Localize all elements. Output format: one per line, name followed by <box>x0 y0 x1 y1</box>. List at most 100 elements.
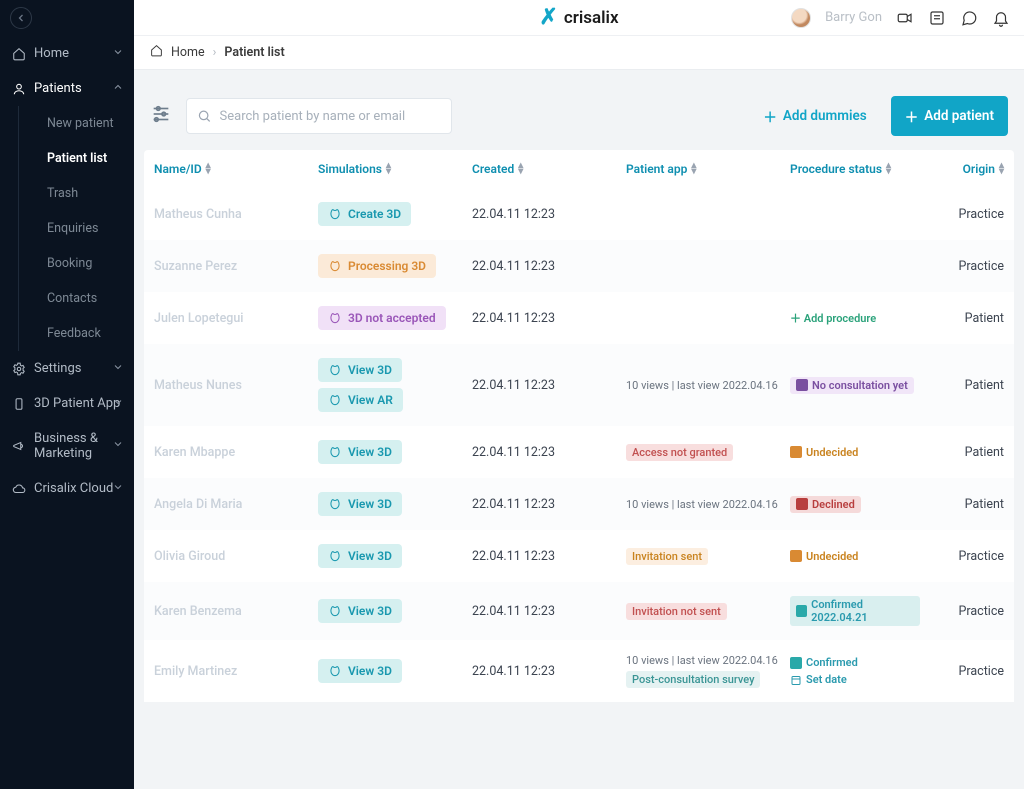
table-row[interactable]: Emily MartinezView 3D22.04.11 12:2310 vi… <box>144 640 1014 702</box>
video-icon[interactable] <box>896 9 914 27</box>
col-origin[interactable]: Origin▴▾ <box>924 162 1004 176</box>
nav-3d-app-label: 3D Patient App <box>34 396 120 411</box>
sort-icon: ▴▾ <box>999 163 1004 175</box>
app-cell: Access not granted <box>626 444 786 461</box>
user-icon <box>12 82 26 96</box>
sim-cell: View 3D <box>318 659 468 683</box>
nav-patients-label: Patients <box>34 81 82 96</box>
sim-cell: View 3D <box>318 544 468 568</box>
add-dummies-button[interactable]: ＋ Add dummies <box>753 98 876 134</box>
patient-name[interactable]: Matheus Cunha <box>154 207 314 222</box>
patient-name[interactable]: Matheus Nunes <box>154 378 314 393</box>
patient-name[interactable]: Karen Benzema <box>154 604 314 619</box>
table-row[interactable]: Suzanne Perez Processing 3D 22.04.11 12:23… <box>144 240 1014 292</box>
sub-new-patient[interactable]: New patient <box>41 106 134 141</box>
search-input[interactable] <box>220 109 441 124</box>
chevron-down-icon <box>112 396 124 412</box>
sub-booking[interactable]: Booking <box>41 246 134 281</box>
sim-pill[interactable]: View AR <box>318 388 403 412</box>
sub-trash[interactable]: Trash <box>41 176 134 211</box>
back-button[interactable] <box>10 7 32 29</box>
patient-name[interactable]: Olivia Giroud <box>154 549 314 564</box>
sim-pill[interactable]: 3D not accepted <box>318 306 446 330</box>
status-cell: Undecided <box>790 446 920 459</box>
created-cell: 22.04.11 12:23 <box>472 445 622 460</box>
created-cell: 22.04.11 12:23 <box>472 259 622 274</box>
col-simulations[interactable]: Simulations▴▾ <box>318 162 468 176</box>
chip: Invitation sent <box>626 548 708 565</box>
toolbar: ＋ Add dummies ＋ Add patient <box>134 70 1024 150</box>
add-patient-label: Add patient <box>924 108 994 124</box>
sim-pill[interactable]: View 3D <box>318 599 402 623</box>
breadcrumb: Home › Patient list <box>134 36 1024 70</box>
status-cell: Undecided <box>790 550 920 563</box>
bell-icon[interactable] <box>992 9 1010 27</box>
views-text: 10 views | last view 2022.04.16 <box>626 654 778 667</box>
sim-pill[interactable]: View 3D <box>318 358 402 382</box>
origin-cell: Practice <box>924 664 1004 679</box>
chevron-up-icon <box>112 81 124 97</box>
patient-name[interactable]: Angela Di Maria <box>154 497 314 512</box>
sim-pill[interactable]: Processing 3D <box>318 254 436 278</box>
status: Undecided <box>790 550 858 563</box>
col-created[interactable]: Created▴▾ <box>472 162 622 176</box>
nav-settings[interactable]: Settings <box>0 351 134 386</box>
table-row[interactable]: Matheus CunhaCreate 3D22.04.11 12:23Prac… <box>144 188 1014 240</box>
col-patient-app[interactable]: Patient app▴▾ <box>626 162 786 176</box>
phone-icon <box>12 397 26 411</box>
patient-table: Name/ID▴▾ Simulations▴▾ Created▴▾ Patien… <box>144 150 1014 702</box>
table-row[interactable]: Julen Lopetegui 3D not accepted 22.04.11 1… <box>144 292 1014 344</box>
col-procedure-status[interactable]: Procedure status▴▾ <box>790 162 920 176</box>
news-icon[interactable] <box>928 9 946 27</box>
gear-icon <box>12 362 26 376</box>
sub-contacts[interactable]: Contacts <box>41 281 134 316</box>
sub-feedback[interactable]: Feedback <box>41 316 134 351</box>
user-name[interactable]: Barry Gon <box>825 10 882 25</box>
sim-pill[interactable]: View 3D <box>318 544 402 568</box>
set-date-link[interactable]: Set date <box>790 673 847 686</box>
chat-icon[interactable] <box>960 9 978 27</box>
table-row[interactable]: Angela Di MariaView 3D22.04.11 12:2310 v… <box>144 478 1014 530</box>
sub-patient-list[interactable]: Patient list <box>41 141 134 176</box>
app-cell: Invitation sent <box>626 548 786 565</box>
home-icon <box>12 47 26 61</box>
col-name[interactable]: Name/ID▴▾ <box>154 162 314 176</box>
sim-cell: View 3D <box>318 440 468 464</box>
chip: Post-consultation survey <box>626 671 760 688</box>
sim-pill[interactable]: View 3D <box>318 659 402 683</box>
table-row[interactable]: Karen BenzemaView 3D22.04.11 12:23Invita… <box>144 582 1014 640</box>
nav-cloud[interactable]: Crisalix Cloud <box>0 471 134 506</box>
patient-name[interactable]: Suzanne Perez <box>154 259 314 274</box>
sim-cell: View 3D <box>318 599 468 623</box>
created-cell: 22.04.11 12:23 <box>472 497 622 512</box>
sort-icon: ▴▾ <box>886 163 891 175</box>
origin-cell: Patient <box>924 445 1004 460</box>
status-cell: Confirmed 2022.04.21 <box>790 596 920 626</box>
breadcrumb-home[interactable]: Home <box>171 45 205 60</box>
sub-enquiries[interactable]: Enquiries <box>41 211 134 246</box>
nav-business[interactable]: Business & Marketing <box>0 421 134 471</box>
add-patient-button[interactable]: ＋ Add patient <box>891 96 1008 136</box>
patient-name[interactable]: Emily Martinez <box>154 664 314 679</box>
sort-icon: ▴▾ <box>518 163 523 175</box>
add-procedure-link[interactable]: ＋ Add procedure <box>790 310 876 326</box>
nav-3d-app[interactable]: 3D Patient App <box>0 386 134 421</box>
nav-patients[interactable]: Patients <box>0 71 134 106</box>
sim-pill[interactable]: View 3D <box>318 492 402 516</box>
filter-button[interactable] <box>150 103 172 129</box>
search-box[interactable] <box>186 98 452 134</box>
sim-cell: Processing 3D <box>318 254 468 278</box>
avatar[interactable] <box>791 8 811 28</box>
sim-pill[interactable]: Create 3D <box>318 202 411 226</box>
table-row[interactable]: Olivia GiroudView 3D22.04.11 12:23Invita… <box>144 530 1014 582</box>
patient-name[interactable]: Karen Mbappe <box>154 445 314 460</box>
table-row[interactable]: Matheus NunesView 3DView AR22.04.11 12:2… <box>144 344 1014 426</box>
table-row[interactable]: Karen Mbappe View 3D 22.04.11 12:23 Access … <box>144 426 1014 478</box>
sim-pill[interactable]: View 3D <box>318 440 402 464</box>
nav-home[interactable]: Home <box>0 36 134 71</box>
add-dummies-label: Add dummies <box>783 108 867 124</box>
patients-subnav: New patient Patient list Trash Enquiries… <box>18 106 134 351</box>
patient-name[interactable]: Julen Lopetegui <box>154 311 314 326</box>
created-cell: 22.04.11 12:23 <box>472 311 622 326</box>
views-text: 10 views | last view 2022.04.16 <box>626 379 778 392</box>
